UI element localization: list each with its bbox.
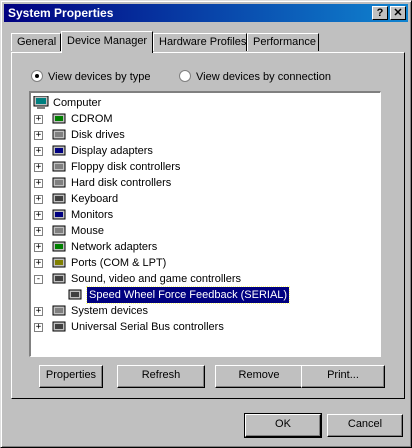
tab-device-manager[interactable]: Device Manager [61,31,153,53]
expand-icon[interactable]: + [34,243,43,252]
properties-button[interactable]: Properties [39,365,103,388]
computer-icon [33,96,49,109]
title-bar[interactable]: System Properties ? ✕ [4,4,408,22]
help-button[interactable]: ? [372,6,388,20]
tree-item-label: Disk drives [71,129,125,141]
expand-icon[interactable]: + [34,195,43,204]
expand-icon[interactable]: + [34,131,43,140]
keyboard-icon [52,193,66,204]
monitor-icon [52,209,66,220]
window-title: System Properties [8,6,114,20]
refresh-button[interactable]: Refresh [117,365,205,388]
tree-item-label: Speed Wheel Force Feedback (SERIAL) [85,286,291,304]
device-tree[interactable]: Computer + CDROM + Disk drives + Display adap… [29,91,381,357]
tree-item-label: Keyboard [71,193,119,205]
expand-icon[interactable]: + [34,227,43,236]
port-icon [52,257,66,268]
expand-icon[interactable]: + [34,307,43,316]
disk-drive-icon [52,129,66,140]
game-controller-icon [68,289,82,300]
expand-icon[interactable]: + [34,323,43,332]
expand-icon[interactable]: + [34,259,43,268]
expand-icon[interactable]: + [34,163,43,172]
floppy-controller-icon [52,161,66,172]
system-devices-icon [52,305,66,316]
tree-item-label: Mouse [71,225,105,237]
print-button[interactable]: Print... [301,365,385,388]
view-by-type-label: View devices by type [48,71,151,83]
tree-item-label: Monitors [71,209,114,221]
tree-item-label: System devices [71,305,149,317]
close-button[interactable]: ✕ [390,6,406,20]
tree-item-label: Floppy disk controllers [71,161,181,173]
network-adapter-icon [52,241,66,252]
view-by-connection-label: View devices by connection [196,71,331,83]
cdrom-icon [52,113,66,124]
remove-button[interactable]: Remove [215,365,303,388]
tab-strip: General Device Manager Hardware Profiles… [11,31,405,53]
expand-icon[interactable]: + [34,147,43,156]
ok-button[interactable]: OK [244,413,322,438]
tree-item-label: Hard disk controllers [71,177,172,189]
view-by-connection-radio[interactable]: View devices by connection [179,70,331,84]
radio-unselected-icon [179,70,191,82]
tree-item-label: Network adapters [71,241,158,253]
expand-icon[interactable]: + [34,179,43,188]
expand-icon[interactable]: + [34,115,43,124]
tree-item-label: Universal Serial Bus controllers [71,321,224,333]
tree-item-label: Sound, video and game controllers [71,273,241,285]
tab-general[interactable]: General [11,33,61,51]
tree-item-label: Ports (COM & LPT) [71,257,167,269]
radio-selected-icon [31,70,43,82]
tree-root-label: Computer [53,97,102,109]
display-adapter-icon [52,145,66,156]
cancel-button[interactable]: Cancel [327,414,403,437]
view-by-type-radio[interactable]: View devices by type [31,70,151,84]
collapse-icon[interactable]: - [34,275,43,284]
mouse-icon [52,225,66,236]
system-properties-window: System Properties ? ✕ General Device Man… [0,0,412,448]
tree-item-label: Display adapters [71,145,153,157]
tree-item-label: CDROM [71,113,113,125]
sound-controller-icon [52,273,66,284]
expand-icon[interactable]: + [34,211,43,220]
hard-disk-controller-icon [52,177,66,188]
tab-performance[interactable]: Performance [247,33,319,51]
tab-hardware-profiles[interactable]: Hardware Profiles [153,33,247,51]
usb-icon [52,321,66,332]
